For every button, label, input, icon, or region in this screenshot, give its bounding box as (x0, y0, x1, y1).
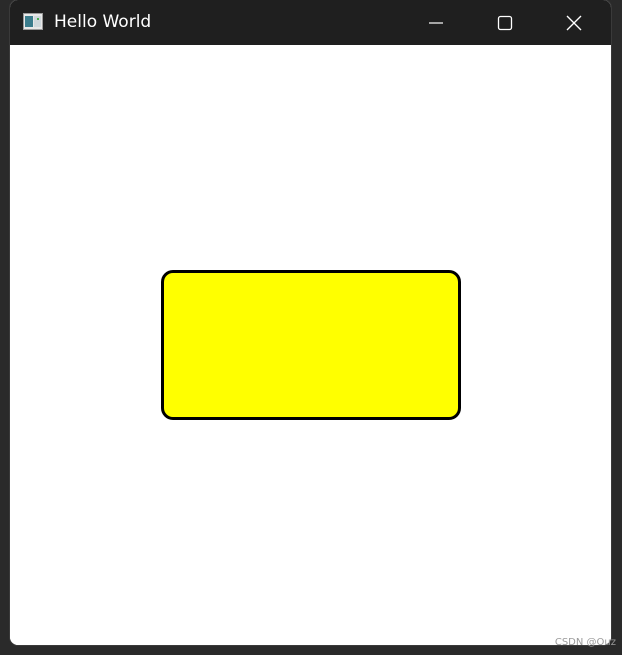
maximize-button[interactable] (482, 0, 528, 45)
close-button[interactable] (551, 0, 597, 45)
yellow-rounded-rectangle (161, 270, 461, 420)
app-window-icon (23, 13, 43, 30)
minimize-icon (429, 21, 443, 24)
maximize-icon (497, 15, 513, 30)
app-window: Hello World (10, 0, 611, 645)
minimize-button[interactable] (413, 0, 459, 45)
title-bar[interactable]: Hello World (10, 0, 611, 45)
window-title: Hello World (54, 12, 152, 32)
client-area[interactable] (10, 45, 611, 645)
close-icon (566, 15, 582, 30)
desktop: Hello World CSDN @Ouz (0, 0, 622, 655)
watermark: CSDN @Ouz (554, 637, 616, 648)
